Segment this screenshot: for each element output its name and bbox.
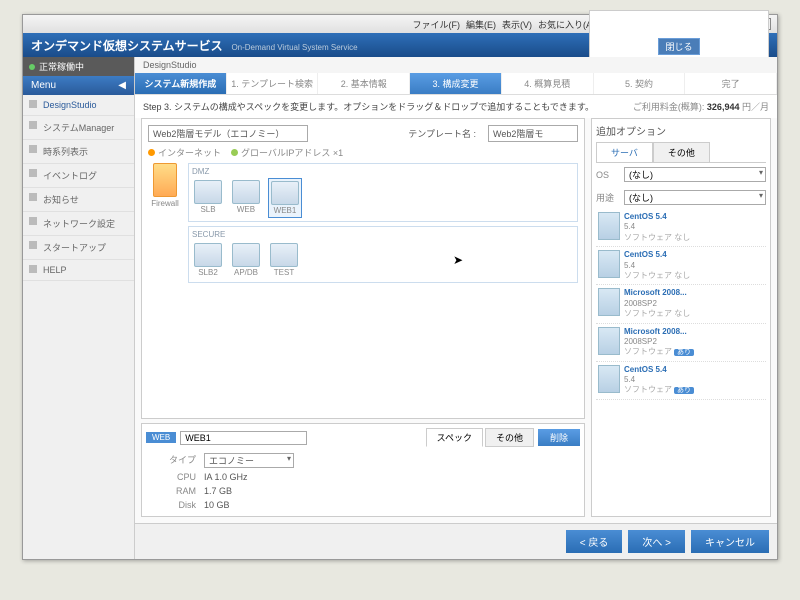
zone-secure: SECURE SLB2AP/DBTEST <box>188 226 578 283</box>
server-node-slb[interactable]: SLB <box>192 178 224 218</box>
menu-edit[interactable]: 編集(E) <box>466 18 496 31</box>
server-node-web[interactable]: WEB <box>230 178 262 218</box>
internet-icon <box>148 149 155 156</box>
global-ip-label: グローバルIPアドレス ×1 <box>231 146 343 159</box>
filter-use-select[interactable]: (なし) <box>624 190 766 205</box>
next-button[interactable]: 次へ > <box>628 530 685 553</box>
os-option-4[interactable]: CentOS 5.45.4ソフトウェアあり <box>596 362 766 400</box>
zone-label: DMZ <box>192 167 574 176</box>
options-panel: 追加オプション サーバ その他 OS (なし) 用途 (なし) CentOS 5… <box>591 118 771 517</box>
sidebar-item-1[interactable]: システムManager <box>23 116 134 140</box>
cancel-button[interactable]: キャンセル <box>691 530 769 553</box>
sidebar-item-4[interactable]: お知らせ <box>23 188 134 212</box>
zone-dmz: DMZ SLBWEBWEB1 <box>188 163 578 222</box>
filter-os-select[interactable]: (なし) <box>624 167 766 182</box>
server-icon <box>232 243 260 267</box>
header-close-button[interactable]: 閉じる <box>658 38 699 55</box>
wizard-steps: システム新規作成1. テンプレート検索2. 基本情報3. 構成変更4. 概算見積… <box>135 73 777 95</box>
tab-other[interactable]: その他 <box>485 428 534 447</box>
sidebar: 正常稼働中 Menu◀ DesignStudioシステムManager時系列表示… <box>23 57 135 559</box>
sidebar-item-6[interactable]: スタートアップ <box>23 236 134 260</box>
model-name-field[interactable]: Web2階層モデル（エコノミー） <box>148 125 308 142</box>
step-0[interactable]: システム新規作成 <box>135 73 227 94</box>
os-option-3[interactable]: Microsoft 2008...2008SP2ソフトウェアあり <box>596 324 766 362</box>
zone-label: SECURE <box>192 230 574 239</box>
back-button[interactable]: < 戻る <box>566 530 623 553</box>
os-icon <box>598 327 620 355</box>
spec-row-Disk: Disk10 GB <box>146 498 580 512</box>
menu-view[interactable]: 表示(V) <box>502 18 532 31</box>
options-title: 追加オプション <box>596 123 766 138</box>
step-5[interactable]: 5. 契約 <box>594 73 686 94</box>
sidebar-item-2[interactable]: 時系列表示 <box>23 140 134 164</box>
menu-file[interactable]: ファイル(F) <box>413 18 461 31</box>
breadcrumb: DesignStudio <box>135 57 777 73</box>
main-area: DesignStudio システム新規作成1. テンプレート検索2. 基本情報3… <box>135 57 777 559</box>
step-3[interactable]: 3. 構成変更 <box>410 73 502 94</box>
detail-panel: WEB スペック その他 削除 タイプエコノミーCPUIA 1.0 GHzRAM… <box>141 423 585 517</box>
filter-os-label: OS <box>596 170 620 180</box>
instruction-bar: Step 3. システムの構成やスペックを変更します。オプションをドラッグ＆ドロ… <box>135 95 777 118</box>
spec-row-CPU: CPUIA 1.0 GHz <box>146 470 580 484</box>
filter-use-label: 用途 <box>596 191 620 204</box>
type-select[interactable]: エコノミー <box>204 453 294 468</box>
os-option-2[interactable]: Microsoft 2008...2008SP2ソフトウェア なし <box>596 285 766 323</box>
opt-tab-other[interactable]: その他 <box>653 142 710 162</box>
user-label: kawabata001 様 <box>643 15 715 30</box>
firewall-node[interactable]: Firewall <box>148 163 182 287</box>
app-subtitle: On-Demand Virtual System Service <box>231 43 357 52</box>
globe-icon <box>231 149 238 156</box>
app-header: オンデマンド仮想システムサービス On-Demand Virtual Syste… <box>23 33 777 57</box>
os-option-0[interactable]: CentOS 5.45.4ソフトウェア なし <box>596 209 766 247</box>
opt-tab-server[interactable]: サーバ <box>596 142 653 162</box>
template-label: テンプレート名 : <box>408 127 476 140</box>
menu-header[interactable]: Menu◀ <box>23 76 134 95</box>
tab-spec[interactable]: スペック <box>426 428 483 447</box>
sidebar-item-0[interactable]: DesignStudio <box>23 95 134 116</box>
server-name-input[interactable] <box>180 431 307 445</box>
server-icon <box>270 243 298 267</box>
internet-label: インターネット <box>148 146 221 159</box>
os-option-1[interactable]: CentOS 5.45.4ソフトウェア なし <box>596 247 766 285</box>
server-icon <box>232 180 260 204</box>
delete-button[interactable]: 削除 <box>538 429 580 446</box>
step-4[interactable]: 4. 概算見積 <box>502 73 594 94</box>
server-node-slb2[interactable]: SLB2 <box>192 241 224 279</box>
sidebar-item-5[interactable]: ネットワーク設定 <box>23 212 134 236</box>
menu-fav[interactable]: お気に入り(A) <box>538 18 595 31</box>
step-2[interactable]: 2. 基本情報 <box>318 73 410 94</box>
price-display: ご利用料金(概算): 326,944 円／月 <box>633 100 769 113</box>
os-icon <box>598 288 620 316</box>
os-icon <box>598 365 620 393</box>
topology-panel: Web2階層モデル（エコノミー） テンプレート名 : Web2階層モ インターネ… <box>141 118 585 419</box>
server-node-test[interactable]: TEST <box>268 241 300 279</box>
status-indicator: 正常稼働中 <box>23 57 134 76</box>
step-text: Step 3. システムの構成やスペックを変更します。オプションをドラッグ＆ドロ… <box>143 100 594 113</box>
step-6[interactable]: 完了 <box>685 73 777 94</box>
sidebar-item-7[interactable]: HELP <box>23 260 134 281</box>
spec-row-タイプ: タイプエコノミー <box>146 451 580 470</box>
os-icon <box>598 212 620 240</box>
server-icon <box>271 181 299 205</box>
server-node-ap/db[interactable]: AP/DB <box>230 241 262 279</box>
server-node-web1[interactable]: WEB1 <box>268 178 302 218</box>
app-window: ファイル(F) 編集(E) 表示(V) お気に入り(A) ツール(T) ヘルプ(… <box>22 14 778 560</box>
server-icon <box>194 180 222 204</box>
spec-row-RAM: RAM1.7 GB <box>146 484 580 498</box>
chevron-left-icon: ◀ <box>118 80 126 91</box>
step-1[interactable]: 1. テンプレート検索 <box>227 73 319 94</box>
os-icon <box>598 250 620 278</box>
detail-type-tag: WEB <box>146 432 176 443</box>
footer: < 戻る 次へ > キャンセル <box>135 523 777 559</box>
template-name-field[interactable]: Web2階層モ <box>488 125 578 142</box>
firewall-icon <box>153 163 177 197</box>
app-title: オンデマンド仮想システムサービス <box>31 39 223 53</box>
sidebar-item-3[interactable]: イベントログ <box>23 164 134 188</box>
server-icon <box>194 243 222 267</box>
